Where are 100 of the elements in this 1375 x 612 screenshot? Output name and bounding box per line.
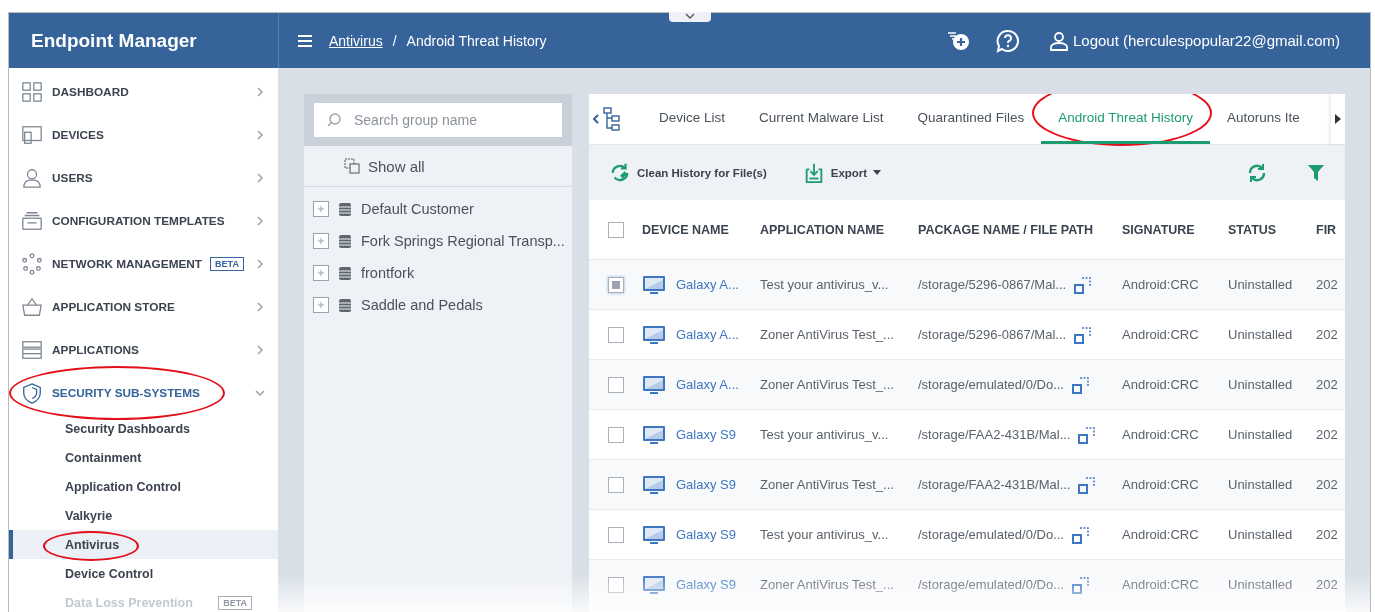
tab[interactable]: Current Malware List [742,94,901,144]
table-cell: Zoner AntiVirus Test_... [760,377,894,392]
table-cell: 202 [1316,577,1338,592]
expand-path-icon[interactable] [1078,475,1097,494]
expand-path-icon[interactable] [1072,575,1090,594]
breadcrumb-current: Android Threat History [406,32,547,49]
row-checkbox[interactable] [608,576,624,593]
sidebar-sublabel: Valkyrie [65,508,113,523]
sidebar-label: APPLICATIONS [52,342,139,357]
sidebar-sublabel: Data Loss Prevention [65,595,193,610]
table-cell: Uninstalled [1228,377,1293,392]
scroll-left-icon[interactable] [592,113,600,125]
monitor-icon [642,424,666,445]
column-header[interactable]: FIR [1316,222,1337,237]
table-cell: Test your antivirus_v... [760,527,889,542]
row-checkbox[interactable] [608,276,624,293]
expand-path-icon[interactable] [1072,375,1090,394]
search-field[interactable]: Search group name [314,103,562,137]
database-icon [337,297,353,313]
expand-icon[interactable] [313,201,329,217]
device-link[interactable]: Galaxy S9 [676,527,736,542]
sidebar-item[interactable]: DASHBOARD [9,70,278,113]
logout-link[interactable]: Logout (herculespopular22@gmail.com) [1072,32,1340,49]
row-checkbox[interactable] [608,476,624,493]
expand-icon[interactable] [313,233,329,249]
device-link[interactable]: Galaxy S9 [676,477,736,492]
table-cell: Android:CRC [1122,577,1199,592]
chevron-icon [254,214,266,227]
table-cell: /storage/FAA2-431B/Mal... [918,427,1071,442]
expand-icon[interactable] [313,265,329,281]
expand-path-icon[interactable] [1078,425,1097,444]
tab[interactable]: Device List [642,94,743,144]
tree-icon[interactable] [602,107,622,131]
sidebar-item[interactable]: CONFIGURATION TEMPLATES [9,199,278,242]
row-checkbox[interactable] [608,426,624,443]
breadcrumb-link[interactable]: Antivirus [329,32,383,49]
expand-path-icon[interactable] [1074,275,1093,294]
table-cell: Zoner AntiVirus Test_... [760,327,894,342]
sidebar-label: SECURITY SUB-SYSTEMS [52,385,200,400]
sidebar-subitem[interactable]: Application Control [9,472,278,501]
device-link[interactable]: Galaxy S9 [676,427,736,442]
sidebar-item[interactable]: USERS [9,156,278,199]
sidebar-icon [21,123,43,146]
expand-path-icon[interactable] [1074,325,1093,344]
scroll-right-icon[interactable] [1331,94,1345,144]
group-name[interactable]: frontfork [361,265,415,281]
expand-icon[interactable] [313,297,329,313]
table-cell: 202 [1316,477,1338,492]
sidebar-icon [21,252,43,275]
sidebar-label: DASHBOARD [52,84,129,99]
menu-icon[interactable] [297,33,313,48]
export-button[interactable]: Export [796,161,888,184]
collapse-handle[interactable] [669,12,711,22]
sidebar-item[interactable]: APPLICATION STORE [9,285,278,328]
table-cell: Android:CRC [1122,277,1199,292]
sidebar-subitem[interactable]: Valkyrie [9,501,278,530]
table-cell: Zoner AntiVirus Test_... [760,477,894,492]
sidebar-subitem[interactable]: Security Dashboards [9,414,278,443]
sidebar-item[interactable]: APPLICATIONS [9,328,278,371]
table-cell: 202 [1316,427,1338,442]
row-checkbox[interactable] [608,526,624,543]
group-name[interactable]: Saddle and Pedals [361,297,483,313]
select-all-checkbox[interactable] [608,221,624,238]
help-icon[interactable] [994,28,1021,53]
table-cell: Uninstalled [1228,527,1293,542]
sidebar-item[interactable]: DEVICES [9,113,278,156]
filter-icon[interactable] [1307,163,1325,182]
group-name[interactable]: Default Customer [361,201,474,217]
table-cell: Android:CRC [1122,527,1199,542]
sidebar-item[interactable]: SECURITY SUB-SYSTEMS [9,371,278,414]
column-header[interactable]: APPLICATION NAME [760,222,885,237]
expand-path-icon[interactable] [1072,525,1090,544]
sidebar-icon [21,166,43,189]
monitor-icon [642,324,666,345]
column-header[interactable]: DEVICE NAME [642,222,729,237]
sidebar-subitem[interactable]: Antivirus [9,530,278,559]
sidebar-icon [21,381,43,404]
sidebar-icon [21,80,43,103]
sidebar-item[interactable]: NETWORK MANAGEMENT BETA [9,242,278,285]
device-link[interactable]: Galaxy A... [676,277,739,292]
row-checkbox[interactable] [608,376,624,393]
column-header[interactable]: SIGNATURE [1122,222,1195,237]
sidebar-subitem[interactable]: Device Control [9,559,278,588]
column-header[interactable]: STATUS [1228,222,1277,237]
tab[interactable]: Autoruns Ite [1209,94,1317,144]
column-header[interactable]: PACKAGE NAME / FILE PATH [918,222,1093,237]
device-link[interactable]: Galaxy A... [676,327,739,342]
tab[interactable]: Quarantined Files [900,94,1042,144]
chevron-icon [254,128,266,141]
database-icon [337,201,353,217]
add-icon[interactable] [946,29,971,52]
refresh-icon[interactable] [1247,162,1267,183]
row-checkbox[interactable] [608,326,624,343]
table-cell: 202 [1316,277,1338,292]
device-link[interactable]: Galaxy A... [676,377,739,392]
clean-history-button[interactable]: Clean History for File(s) [603,161,773,184]
sidebar-subitem[interactable]: Containment [9,443,278,472]
show-all-link[interactable]: Show all [368,157,425,175]
table-cell: /storage/emulated/0/Do... [918,527,1064,542]
group-name[interactable]: Fork Springs Regional Transp... [361,233,565,249]
